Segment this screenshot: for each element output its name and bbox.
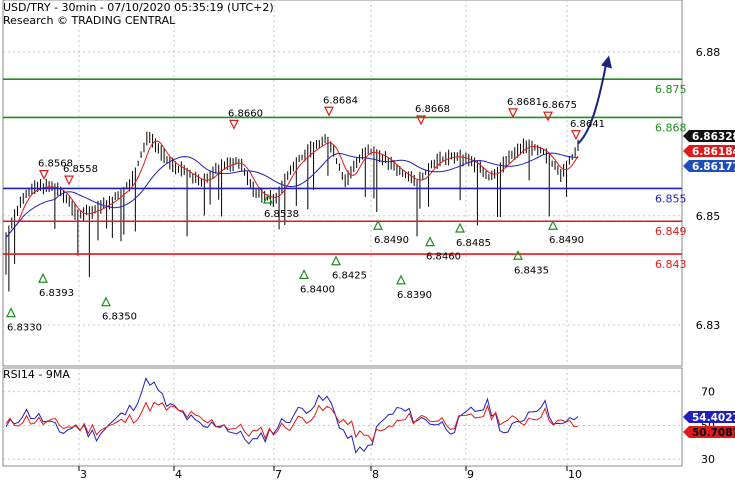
price-chart: 6.8756.8686.8556.8496.843 6.85686.85586.…: [2, 0, 735, 480]
x-tick-label: 7: [275, 468, 282, 480]
low-marker-icon: [548, 219, 558, 230]
low-marker-icon: [396, 274, 406, 285]
y-tick-label: 6.88: [696, 46, 721, 59]
low-marker-icon: [101, 296, 111, 307]
x-tick-label: 10: [568, 468, 582, 480]
low-label: 6.8485: [456, 238, 491, 249]
low-marker-icon: [331, 255, 341, 266]
high-label: 6.8558: [63, 164, 98, 175]
price-tag-label: 6.86328: [692, 131, 735, 143]
rsi-panel-frame: [2, 367, 683, 467]
projection-arrow: [577, 59, 608, 145]
price-tag-label: 6.86177: [692, 161, 735, 173]
high-marker-icon: [229, 119, 239, 130]
low-label: 6.8425: [332, 271, 367, 282]
high-marker-icon: [543, 111, 553, 122]
high-label: 6.8641: [570, 119, 605, 130]
moving-average-red: [5, 140, 579, 238]
x-tick-label: 9: [467, 468, 474, 480]
high-marker-icon: [64, 175, 74, 186]
x-tick-label: 4: [175, 468, 182, 480]
rsi-line: [5, 377, 579, 454]
y-tick-label: 6.83: [696, 319, 721, 332]
high-label: 6.8681: [507, 97, 542, 108]
high-marker-icon: [571, 130, 581, 141]
level-label: 6.868: [655, 121, 687, 134]
low-label: 6.8460: [426, 252, 461, 263]
low-label: 6.8330: [7, 323, 42, 334]
low-label: 6.8435: [514, 265, 549, 276]
low-label: 6.8490: [549, 235, 584, 246]
low-marker-icon: [373, 219, 383, 230]
rsi-value-label: 54.4027: [692, 412, 735, 424]
low-label: 6.8390: [397, 290, 432, 301]
high-label: 6.8668: [415, 104, 450, 115]
high-label: 6.8660: [228, 108, 263, 119]
y-tick-label: 6.85: [696, 210, 721, 223]
low-label: 6.8490: [374, 235, 409, 246]
low-label: 6.8393: [39, 288, 74, 299]
low-label: 6.8538: [264, 209, 299, 220]
projection-arrow-head: [601, 55, 612, 69]
rsi-value-label: 50.7087: [692, 427, 735, 439]
low-marker-icon: [425, 236, 435, 247]
high-label: 6.8684: [323, 95, 358, 106]
high-marker-icon: [39, 170, 49, 180]
x-tick-label: 8: [372, 468, 379, 480]
level-label: 6.875: [655, 83, 687, 96]
low-marker-icon: [455, 222, 465, 233]
x-tick-label: 3: [80, 468, 87, 480]
level-label: 6.855: [655, 192, 687, 205]
price-tag-label: 6.86184: [692, 146, 735, 158]
low-label: 6.8350: [102, 312, 137, 323]
high-marker-icon: [508, 108, 518, 119]
rsi-tick-label: 30: [701, 453, 715, 466]
rsi-ma-line: [5, 401, 579, 443]
rsi-tick-label: 70: [701, 386, 715, 399]
low-marker-icon: [38, 272, 48, 283]
high-label: 6.8675: [542, 100, 577, 111]
low-marker-icon: [513, 249, 523, 260]
low-label: 6.8400: [300, 284, 335, 295]
level-label: 6.843: [655, 258, 687, 271]
low-marker-icon: [6, 307, 16, 318]
low-marker-icon: [299, 269, 309, 280]
level-label: 6.849: [655, 225, 687, 238]
high-marker-icon: [324, 106, 334, 117]
